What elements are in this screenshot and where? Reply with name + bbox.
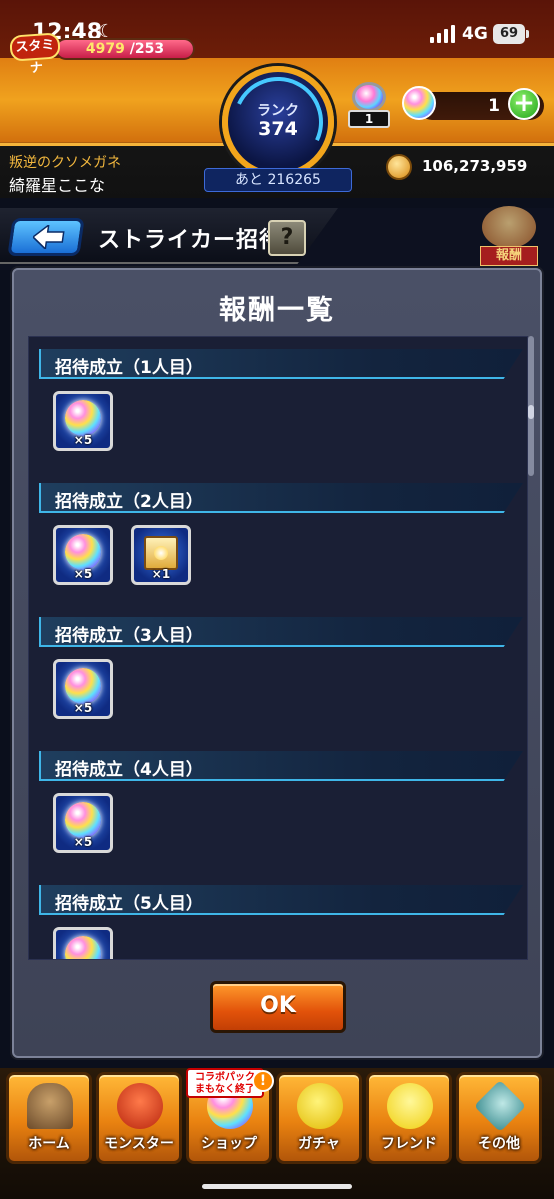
monster-icon bbox=[117, 1083, 163, 1129]
item-quantity: ×5 bbox=[73, 433, 93, 447]
reward-emblem[interactable]: 報酬 bbox=[476, 206, 542, 266]
section-header: 招待成立（1人目） bbox=[39, 349, 523, 379]
dialog-title: 報酬一覧 bbox=[219, 295, 335, 326]
nav-label: フレンド bbox=[381, 1136, 437, 1152]
gacha-icon bbox=[297, 1083, 343, 1129]
nav-label: ショップ bbox=[201, 1136, 257, 1152]
orb-pack-orb bbox=[352, 82, 386, 112]
item-quantity: ×5 bbox=[73, 701, 93, 715]
stamina-text: 4979 /253 bbox=[57, 40, 193, 58]
nav-label: ガチャ bbox=[298, 1136, 340, 1152]
section-label: 招待成立（5人目） bbox=[55, 894, 203, 914]
reward-item[interactable]: ×5 bbox=[53, 525, 113, 585]
scroll-icon bbox=[144, 536, 178, 570]
section-header: 招待成立（4人目） bbox=[39, 751, 523, 781]
reward-section: 招待成立（5人目） bbox=[29, 873, 527, 959]
ok-button[interactable]: OK bbox=[210, 981, 346, 1033]
reward-item[interactable]: ×5 bbox=[53, 793, 113, 853]
next-rank-exp: あと 216265 bbox=[204, 168, 352, 192]
friend-icon bbox=[387, 1083, 433, 1129]
nav-friend[interactable]: フレンド bbox=[366, 1072, 452, 1164]
back-arrow-icon bbox=[31, 225, 65, 249]
other-icon bbox=[473, 1079, 527, 1133]
reward-emblem-icon bbox=[482, 206, 536, 248]
nav-home[interactable]: ホーム bbox=[6, 1072, 92, 1164]
buy-orb-button[interactable]: + bbox=[508, 88, 540, 120]
help-button[interactable]: ? bbox=[268, 220, 306, 256]
orb-pack-count: 1 bbox=[348, 110, 390, 128]
orb-icon bbox=[65, 400, 101, 436]
reward-section: 招待成立（4人目） ×5 bbox=[29, 739, 527, 873]
orb-icon bbox=[402, 86, 436, 120]
reward-list[interactable]: 招待成立（1人目） ×5 招待成立（2人目） ×5 ×1 招待成立（3人目） ×… bbox=[28, 336, 528, 960]
reward-item[interactable]: ×1 bbox=[131, 525, 191, 585]
player-title: 叛逆のクソメガネ bbox=[9, 155, 121, 171]
orb-icon bbox=[65, 668, 101, 704]
orb-icon bbox=[65, 534, 101, 570]
section-label: 招待成立（3人目） bbox=[55, 626, 203, 646]
stamina-bar: 4979 /253 bbox=[55, 38, 195, 60]
screen-title: ストライカー招待 bbox=[98, 228, 283, 253]
nav-label: ホーム bbox=[28, 1136, 70, 1152]
bottom-nav: ホーム モンスター ショップ ガチャ フレンド その他 bbox=[0, 1068, 554, 1199]
orb-pack-icon[interactable]: 1 bbox=[348, 82, 390, 130]
promo-line-1: コラボパック bbox=[195, 1072, 255, 1083]
nav-other[interactable]: その他 bbox=[456, 1072, 542, 1164]
orb-icon bbox=[65, 936, 101, 959]
reward-list-dialog: 報酬一覧 招待成立（1人目） ×5 招待成立（2人目） ×5 ×1 招待成立（3… bbox=[12, 268, 542, 1058]
home-icon bbox=[27, 1083, 73, 1129]
item-quantity: ×5 bbox=[73, 567, 93, 581]
item-quantity: ×1 bbox=[151, 567, 171, 581]
reward-item[interactable]: ×5 bbox=[53, 391, 113, 451]
reward-section: 招待成立（1人目） ×5 bbox=[29, 337, 527, 471]
orb-count: 1 bbox=[488, 96, 500, 116]
item-quantity: ×5 bbox=[73, 835, 93, 849]
reward-tag: 報酬 bbox=[480, 246, 538, 266]
signal-icon bbox=[430, 25, 456, 43]
rank-badge[interactable]: ランク 374 bbox=[220, 64, 336, 180]
rank-value: 374 bbox=[258, 118, 298, 140]
reward-section: 招待成立（3人目） ×5 bbox=[29, 605, 527, 739]
section-header: 招待成立（5人目） bbox=[39, 885, 523, 915]
orb-icon bbox=[65, 802, 101, 838]
section-label: 招待成立（2人目） bbox=[55, 492, 203, 512]
nav-label: その他 bbox=[478, 1136, 520, 1152]
alert-icon: ! bbox=[252, 1070, 274, 1092]
section-header: 招待成立（2人目） bbox=[39, 483, 523, 513]
home-indicator[interactable] bbox=[202, 1184, 352, 1189]
section-label: 招待成立（1人目） bbox=[55, 358, 203, 378]
reward-item[interactable]: ×5 bbox=[53, 659, 113, 719]
reward-item[interactable] bbox=[53, 927, 113, 959]
nav-gacha[interactable]: ガチャ bbox=[276, 1072, 362, 1164]
player-name: 綺羅星ここな bbox=[9, 176, 106, 195]
section-header: 招待成立（3人目） bbox=[39, 617, 523, 647]
network-type: 4G bbox=[462, 24, 488, 44]
stamina-max: /253 bbox=[129, 41, 165, 57]
back-button[interactable] bbox=[7, 218, 85, 256]
stamina-label: スタミナ bbox=[9, 32, 61, 76]
coin-icon bbox=[386, 154, 412, 180]
battery-icon: 69 bbox=[493, 24, 529, 44]
section-label: 招待成立（4人目） bbox=[55, 760, 203, 780]
stamina-current: 4979 bbox=[85, 41, 125, 57]
nav-monster[interactable]: モンスター bbox=[96, 1072, 182, 1164]
promo-line-2: まもなく終了 bbox=[195, 1084, 255, 1095]
nav-label: モンスター bbox=[104, 1136, 174, 1152]
coin-count: 106,273,959 bbox=[422, 157, 528, 175]
rank-label: ランク bbox=[257, 103, 299, 119]
reward-section: 招待成立（2人目） ×5 ×1 bbox=[29, 471, 527, 605]
scrollbar-thumb[interactable] bbox=[528, 405, 534, 419]
